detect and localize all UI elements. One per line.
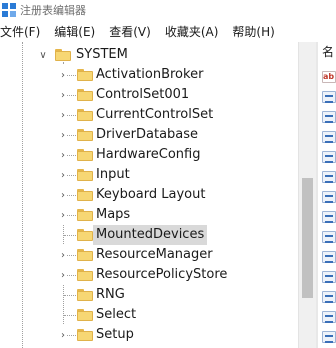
chevron-right-icon[interactable]: › xyxy=(59,325,67,345)
folder-icon xyxy=(77,309,93,321)
tree-row[interactable]: › Input xyxy=(0,165,298,185)
registry-key-tree[interactable]: ∨ SYSTEM › ActivationBroker › ControlSet001… xyxy=(0,42,298,348)
binary-value-icon xyxy=(322,151,336,163)
title-bar: 注册表编辑器 xyxy=(0,0,336,20)
folder-icon xyxy=(77,189,93,201)
tree-row[interactable]: › DriverDatabase xyxy=(0,125,298,145)
tree-item-label[interactable]: Input xyxy=(93,165,133,185)
tree-item-label[interactable]: MountedDevices xyxy=(93,225,208,245)
tree-item-label[interactable]: HardwareConfig xyxy=(93,145,203,165)
folder-icon xyxy=(77,269,93,281)
tree-item-label[interactable]: CurrentControlSet xyxy=(93,105,216,125)
chevron-right-icon[interactable]: › xyxy=(59,165,67,185)
tree-row[interactable]: › HardwareConfig xyxy=(0,145,298,165)
binary-value-icon xyxy=(322,131,336,143)
folder-icon xyxy=(77,249,93,261)
menu-favorites[interactable]: 收藏夹(A) xyxy=(165,23,219,40)
window-title: 注册表编辑器 xyxy=(20,4,86,17)
folder-icon xyxy=(77,89,93,101)
tree-connector xyxy=(64,295,76,296)
binary-value-icon xyxy=(322,311,336,323)
folder-icon xyxy=(77,329,93,341)
tree-item-label[interactable]: Keyboard Layout xyxy=(93,185,208,205)
string-value-icon: ab xyxy=(322,71,336,83)
chevron-right-icon[interactable]: › xyxy=(59,265,67,285)
tree-connector xyxy=(64,315,76,316)
tree-item-label[interactable]: RNG xyxy=(93,285,128,305)
chevron-right-icon[interactable]: › xyxy=(59,125,67,145)
chevron-right-icon[interactable]: › xyxy=(59,185,67,205)
tree-row[interactable]: › ActivationBroker xyxy=(0,65,298,85)
tree-row[interactable]: › ResourceManager xyxy=(0,245,298,265)
binary-value-icon xyxy=(322,91,336,103)
tree-row[interactable]: › Setup xyxy=(0,325,298,345)
tree-row[interactable]: Select xyxy=(0,305,298,325)
binary-value-icon xyxy=(322,271,336,283)
folder-icon xyxy=(77,229,93,241)
tree-row[interactable]: › Keyboard Layout xyxy=(0,185,298,205)
menu-view[interactable]: 查看(V) xyxy=(109,23,151,40)
tree-item-label[interactable]: Maps xyxy=(93,205,133,225)
folder-icon xyxy=(77,109,93,121)
tree-row[interactable]: › ResourcePolicyStore xyxy=(0,265,298,285)
binary-value-icon xyxy=(322,191,336,203)
menu-bar: 文件(F) 编辑(E) 查看(V) 收藏夹(A) 帮助(H) xyxy=(0,20,336,42)
tree-row[interactable]: › CurrentControlSet xyxy=(0,105,298,125)
tree-item-label[interactable]: ControlSet001 xyxy=(93,85,192,105)
chevron-down-icon[interactable]: ∨ xyxy=(39,45,47,65)
binary-value-icon xyxy=(322,291,336,303)
scrollbar-thumb[interactable] xyxy=(302,178,313,298)
folder-icon xyxy=(77,169,93,181)
tree-item-label[interactable]: Setup xyxy=(93,325,137,345)
tree-connector xyxy=(64,235,76,236)
tree-vertical-scrollbar[interactable] xyxy=(298,42,316,348)
binary-value-icon xyxy=(322,331,336,343)
tree-row[interactable]: MountedDevices xyxy=(0,225,298,245)
menu-edit[interactable]: 编辑(E) xyxy=(54,23,95,40)
tree-item-label[interactable]: Select xyxy=(93,305,139,325)
menu-file[interactable]: 文件(F) xyxy=(0,23,40,40)
menu-help[interactable]: 帮助(H) xyxy=(232,23,274,40)
chevron-right-icon[interactable]: › xyxy=(59,65,67,85)
tree-row-system[interactable]: ∨ SYSTEM xyxy=(0,45,298,65)
binary-value-icon xyxy=(322,251,336,263)
binary-value-icon xyxy=(322,111,336,123)
tree-row[interactable]: › Maps xyxy=(0,205,298,225)
chevron-right-icon[interactable]: › xyxy=(59,205,67,225)
folder-icon xyxy=(55,49,71,61)
chevron-right-icon[interactable]: › xyxy=(59,85,67,105)
registry-editor-icon xyxy=(2,3,16,17)
tree-item-label[interactable]: SYSTEM xyxy=(73,45,131,65)
binary-value-icon xyxy=(322,171,336,183)
column-header-name[interactable]: 名 xyxy=(322,42,334,62)
folder-icon xyxy=(77,129,93,141)
tree-row[interactable]: RNG xyxy=(0,285,298,305)
folder-icon xyxy=(77,69,93,81)
folder-icon xyxy=(77,289,93,301)
tree-item-label[interactable]: ActivationBroker xyxy=(93,65,206,85)
tree-item-label[interactable]: DriverDatabase xyxy=(93,125,201,145)
chevron-right-icon[interactable]: › xyxy=(59,245,67,265)
chevron-right-icon[interactable]: › xyxy=(59,105,67,125)
tree-item-label[interactable]: ResourcePolicyStore xyxy=(93,265,230,285)
binary-value-icon xyxy=(322,231,336,243)
tree-row[interactable]: › ControlSet001 xyxy=(0,85,298,105)
tree-item-label[interactable]: ResourceManager xyxy=(93,245,216,265)
binary-value-icon xyxy=(322,211,336,223)
chevron-right-icon[interactable]: › xyxy=(59,145,67,165)
folder-icon xyxy=(77,209,93,221)
folder-icon xyxy=(77,149,93,161)
values-pane[interactable]: 名 ab xyxy=(318,42,336,348)
